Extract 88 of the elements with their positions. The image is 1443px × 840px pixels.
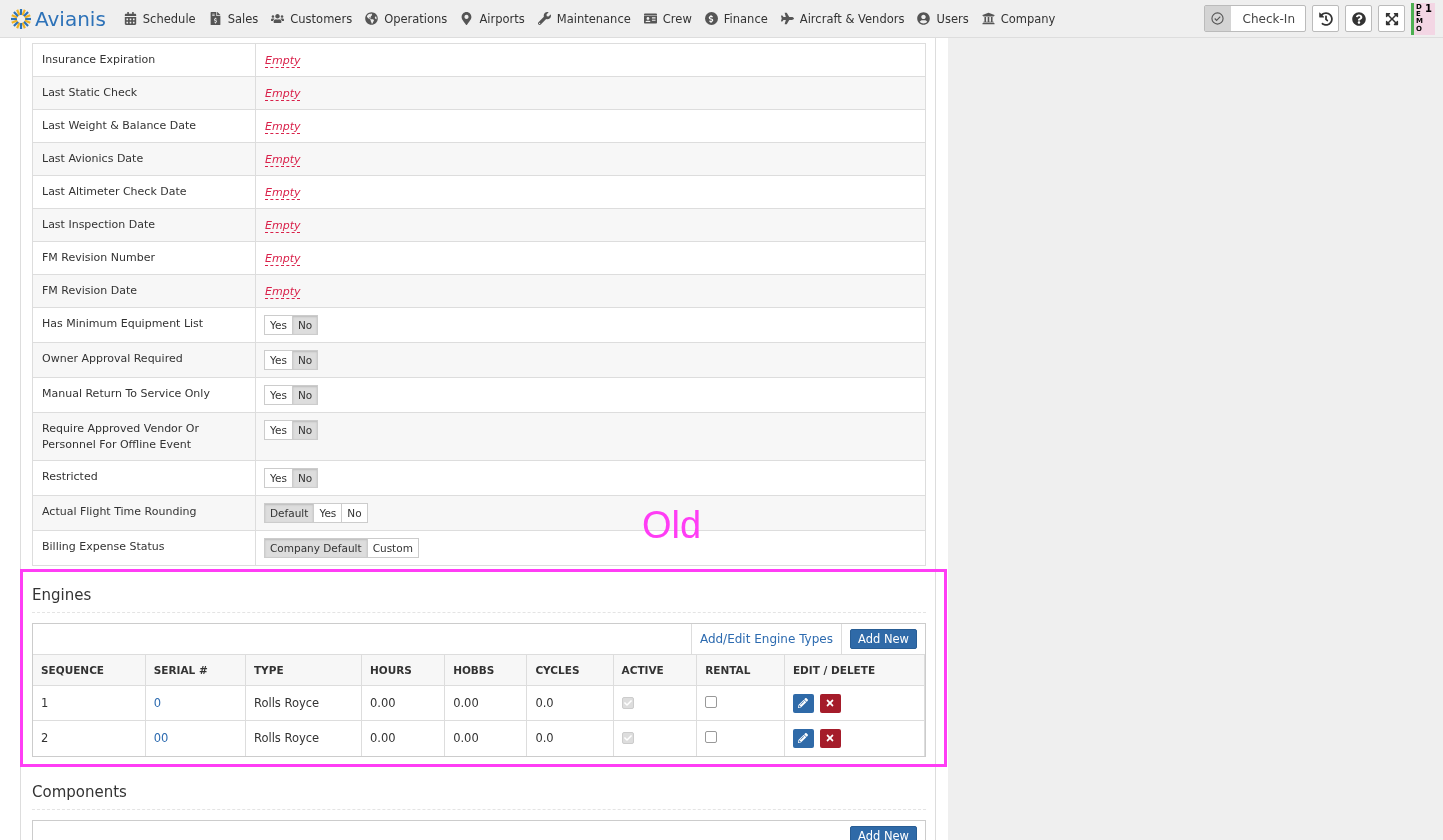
column-header: SEQUENCE [33,654,146,686]
section-title: Engines [32,586,926,613]
edit-button[interactable] [792,693,814,713]
nav-menu-item[interactable]: Users [917,11,969,26]
column-header: RENTAL [696,654,785,686]
add-new-button[interactable]: Add New [850,825,917,840]
serial-link[interactable]: 00 [153,731,169,746]
toggle-option[interactable]: No [291,420,319,440]
toggle-option[interactable]: Company Default [264,538,368,558]
nav-menu-item[interactable]: Aircraft & Vendors [780,11,905,26]
nav-menu-item[interactable]: Crew [643,11,692,26]
column-header: CYCLES [526,654,614,686]
property-label: Billing Expense Status [33,531,256,565]
column-header: SERIAL # [145,654,246,686]
edit-button[interactable] [792,728,814,748]
column-header: HOBBS [444,654,527,686]
delete-button[interactable] [819,728,841,748]
table-cell: 2 [33,720,146,756]
brand-logo-text[interactable]: Avianis [35,6,106,31]
table-cell: 0.00 [361,720,445,756]
delete-button[interactable] [819,693,841,713]
help-button[interactable] [1345,5,1372,32]
empty-value-link[interactable]: Empty [265,153,301,167]
checkbox[interactable] [621,732,634,745]
toggle-option[interactable]: No [291,350,319,370]
wrench-icon [537,12,551,25]
toggle-option[interactable]: Yes [264,350,293,370]
globe-icon [365,12,379,25]
fullscreen-button[interactable] [1378,5,1405,32]
table-cell: 1 [33,685,146,721]
empty-value-link[interactable]: Empty [265,54,301,68]
nav-menu-item[interactable]: Finance [704,11,768,26]
toggle-option[interactable]: No [291,385,319,405]
column-header: TYPE [245,654,362,686]
history-icon [1318,11,1333,26]
section-title: Components [32,782,926,810]
toggle-option[interactable]: No [341,503,368,523]
nav-menu-item[interactable]: Maintenance [537,11,631,26]
checkbox[interactable] [705,730,718,743]
dollar-coin-icon [704,12,718,25]
toggle-option[interactable]: Default [264,503,315,523]
table-cell: Rolls Royce [245,720,362,756]
people-icon [271,12,285,25]
help-icon [1351,11,1366,26]
close-icon [825,733,836,744]
table-cell: 0.0 [526,720,614,756]
id-card-icon [643,12,657,25]
map-pin-icon [460,12,474,25]
toggle-option[interactable]: No [291,315,319,335]
toggle-option[interactable]: Yes [264,315,293,335]
pencil-icon [798,698,809,708]
check-in-button[interactable]: Check-In [1203,5,1306,32]
empty-value-link[interactable]: Empty [265,87,301,101]
column-header: HOURS [361,654,445,686]
document-icon [208,12,222,25]
nav-menu-item[interactable]: Operations [365,11,448,26]
toggle-option[interactable]: Yes [264,385,293,405]
plane-icon [780,12,794,25]
toggle-option[interactable]: Custom [366,538,419,558]
serial-link[interactable]: 0 [153,696,162,710]
empty-value-link[interactable]: Empty [265,186,301,200]
nav-menu-item[interactable]: Airports [460,11,525,26]
toggle-option[interactable]: Yes [264,468,293,488]
expand-icon [1384,11,1399,26]
toggle-option[interactable]: Yes [264,420,293,440]
table-cell: 0.00 [444,720,527,756]
calendar-icon [123,12,137,25]
nav-menu-item[interactable]: Sales [208,11,259,26]
column-header: ACTIVE [613,654,697,686]
empty-value-link[interactable]: Empty [265,219,301,233]
history-button[interactable] [1312,5,1339,32]
checkbox[interactable] [705,695,718,708]
nav-menu-item[interactable]: Schedule [123,11,196,26]
empty-value-link[interactable]: Empty [265,252,301,266]
nav-menu-item[interactable]: Customers [271,11,353,26]
toggle-option[interactable]: No [291,468,319,488]
add-new-button[interactable]: Add New [850,629,917,649]
toggle-option[interactable]: Yes [313,503,343,523]
checkbox[interactable] [621,697,634,709]
annotation-label: Old [642,504,702,547]
bank-icon [981,12,995,25]
empty-value-link[interactable]: Empty [265,120,301,134]
pencil-icon [798,733,809,744]
sunburst-logo-icon [10,7,32,30]
empty-value-link[interactable]: Empty [265,285,301,299]
column-header: EDIT / DELETE [784,654,925,686]
nav-menu-item[interactable]: Company [981,11,1056,26]
close-icon [825,698,836,708]
